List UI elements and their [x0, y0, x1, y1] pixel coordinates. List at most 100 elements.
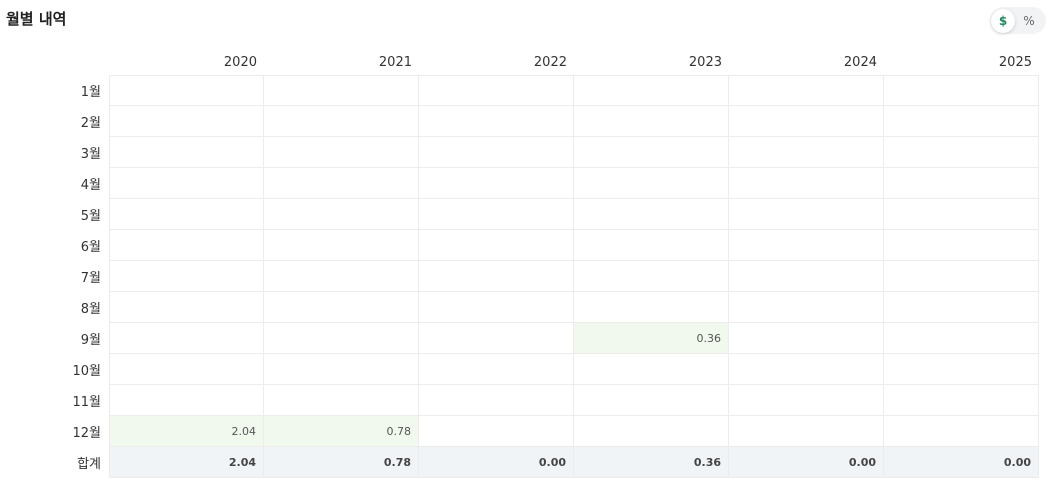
month-value-cell: [264, 168, 419, 199]
month-label: 1월: [80, 85, 101, 100]
month-label: 3월: [80, 147, 101, 162]
month-value-cell: [419, 323, 574, 354]
month-value-cell: [264, 230, 419, 261]
total-value-cell: 0.00: [419, 447, 574, 478]
month-value-cell: [419, 106, 574, 137]
month-value-cell: [574, 354, 729, 385]
month-value-cell: [109, 106, 264, 137]
month-value-cell: [419, 199, 574, 230]
currency-percent-toggle[interactable]: $ %: [990, 7, 1046, 34]
month-value-cell: [574, 199, 729, 230]
month-label: 7월: [80, 271, 101, 286]
month-value-cell: [574, 168, 729, 199]
month-value-cell: [574, 292, 729, 323]
year-header: 2025: [998, 55, 1032, 70]
month-value-cell: [574, 106, 729, 137]
month-value-cell: [884, 354, 1039, 385]
month-value-cell: [109, 230, 264, 261]
month-value-cell: [109, 323, 264, 354]
month-value-cell: [884, 230, 1039, 261]
month-value-cell: 0.78: [264, 416, 419, 447]
year-header: 2020: [223, 55, 257, 70]
month-value-cell: [109, 292, 264, 323]
month-value-cell: [419, 385, 574, 416]
month-label: 9월: [80, 333, 101, 348]
monthly-breakdown-table: 2020 2021 2022 2023 2024 2025 1월 2월 3월 4월 5월 6월 7월 8월…: [0, 50, 1039, 478]
month-value-cell: [419, 137, 574, 168]
month-value-cell: [729, 168, 884, 199]
month-value-cell: [884, 75, 1039, 106]
month-label: 5월: [80, 209, 101, 224]
month-value-cell: [264, 323, 419, 354]
month-value-cell: [729, 230, 884, 261]
month-value-cell: [884, 292, 1039, 323]
month-value-cell: [574, 75, 729, 106]
total-value-cell: 0.00: [884, 447, 1039, 478]
total-value-cell: 0.00: [729, 447, 884, 478]
month-value-cell: [574, 261, 729, 292]
month-value-cell: [109, 385, 264, 416]
month-value-cell: [729, 385, 884, 416]
month-value-cell: [264, 354, 419, 385]
month-value-cell: [729, 106, 884, 137]
month-value-cell: [574, 137, 729, 168]
percent-toggle-button[interactable]: %: [1017, 9, 1041, 33]
total-label: 합계: [77, 457, 101, 472]
month-value-cell: [109, 168, 264, 199]
month-value-cell: [884, 137, 1039, 168]
month-value-cell: [884, 385, 1039, 416]
month-value-cell: [729, 323, 884, 354]
month-value-cell: [419, 416, 574, 447]
month-value-cell: [264, 199, 419, 230]
month-value-cell: [109, 75, 264, 106]
month-value-cell: [419, 261, 574, 292]
year-header: 2021: [378, 55, 412, 70]
month-value-cell: [729, 416, 884, 447]
month-value-cell: [109, 354, 264, 385]
month-value-cell: [884, 416, 1039, 447]
month-value-cell: [574, 230, 729, 261]
month-value-cell: [109, 261, 264, 292]
month-value-cell: [264, 261, 419, 292]
month-value-cell: [729, 137, 884, 168]
month-value-cell: [264, 137, 419, 168]
month-value-cell: [264, 106, 419, 137]
month-value-cell: [419, 168, 574, 199]
month-label: 2월: [80, 116, 101, 131]
month-value-cell: [419, 354, 574, 385]
year-header: 2022: [533, 55, 567, 70]
month-value-cell: [729, 199, 884, 230]
month-value-cell: [884, 261, 1039, 292]
month-value-cell: [884, 199, 1039, 230]
month-label: 8월: [80, 302, 101, 317]
month-value-cell: [729, 261, 884, 292]
year-header: 2023: [688, 55, 722, 70]
year-header: 2024: [843, 55, 877, 70]
month-label: 4월: [80, 178, 101, 193]
month-value-cell: [109, 199, 264, 230]
month-value-cell: 2.04: [109, 416, 264, 447]
month-label: 10월: [72, 364, 101, 379]
month-value-cell: [419, 230, 574, 261]
month-value-cell: [264, 292, 419, 323]
month-value-cell: [264, 75, 419, 106]
total-value-cell: 2.04: [109, 447, 264, 478]
month-value-cell: [574, 385, 729, 416]
month-value-cell: [574, 416, 729, 447]
month-label: 12월: [72, 426, 101, 441]
month-value-cell: [729, 354, 884, 385]
month-value-cell: [884, 323, 1039, 354]
total-value-cell: 0.36: [574, 447, 729, 478]
month-value-cell: [884, 168, 1039, 199]
month-value-cell: [419, 75, 574, 106]
month-label: 11월: [72, 395, 101, 410]
month-value-cell: [884, 106, 1039, 137]
month-value-cell: [109, 137, 264, 168]
month-label: 6월: [80, 240, 101, 255]
month-value-cell: [264, 385, 419, 416]
total-value-cell: 0.78: [264, 447, 419, 478]
month-value-cell: 0.36: [574, 323, 729, 354]
table-corner: [0, 50, 109, 75]
dollar-toggle-button[interactable]: $: [991, 8, 1015, 33]
month-value-cell: [419, 292, 574, 323]
